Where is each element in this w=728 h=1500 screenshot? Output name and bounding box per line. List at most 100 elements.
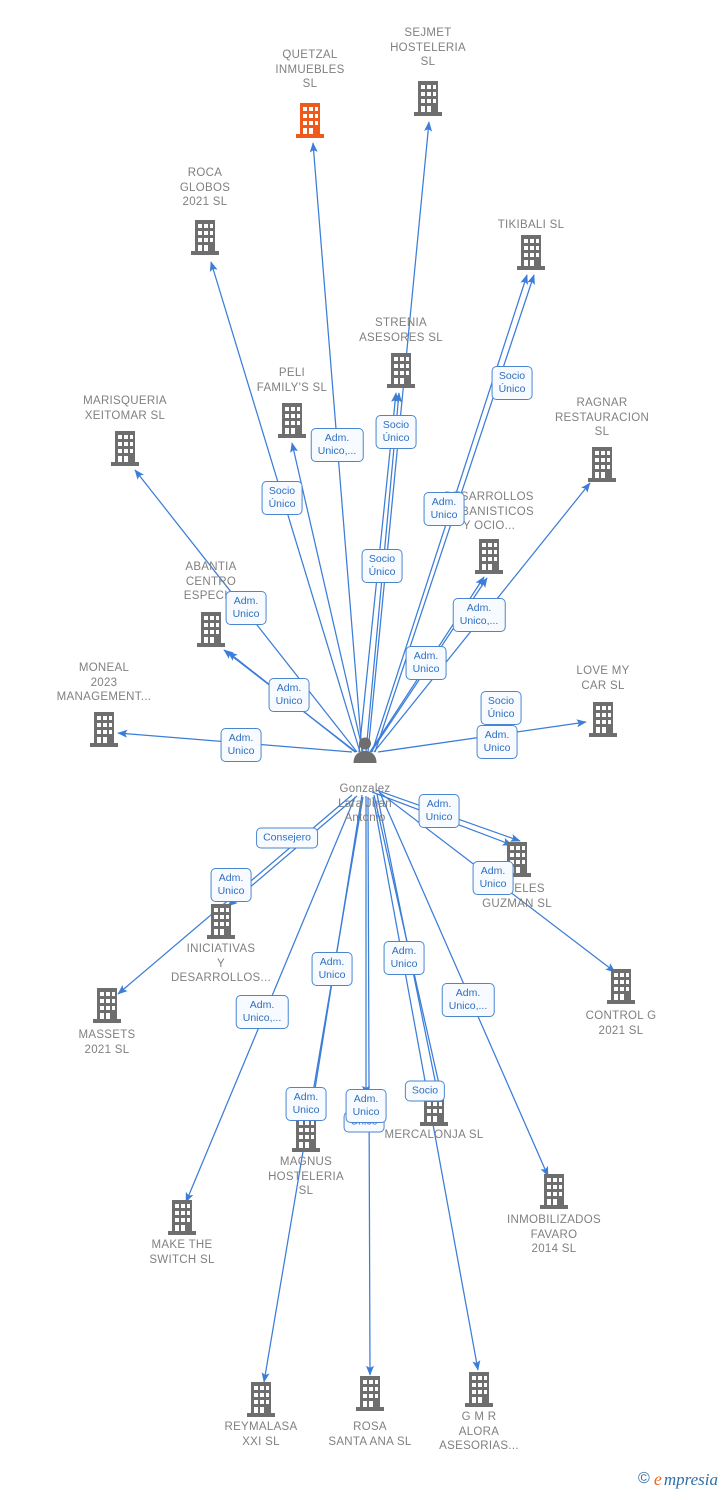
building-icon[interactable]	[341, 351, 461, 393]
company-node-sejmet[interactable]	[368, 79, 488, 121]
building-icon[interactable]	[310, 1374, 430, 1416]
relation-label[interactable]: Adm. Unico	[418, 794, 460, 828]
brand-initial: e	[653, 1469, 662, 1489]
company-name-inmovilizados: INMOBILIZADOS FAVARO 2014 SL	[507, 1214, 601, 1255]
company-name-tikibali: TIKIBALI SL	[497, 219, 565, 231]
company-name-controlg: CONTROL G 2021 SL	[585, 1010, 657, 1037]
relation-label[interactable]: Adm. Unico	[225, 591, 267, 625]
building-icon[interactable]	[429, 537, 549, 579]
relation-label[interactable]: Adm. Unico	[311, 952, 353, 986]
company-name-rosa: ROSA SANTA ANA SL	[328, 1421, 412, 1448]
company-name-moneal: MONEAL 2023 MANAGEMENT...	[56, 662, 152, 703]
relation-label[interactable]: Adm. Unico	[383, 941, 425, 975]
relation-label[interactable]: Adm. Unico,...	[310, 428, 364, 462]
company-node-moneal[interactable]	[44, 710, 164, 752]
building-icon[interactable]	[122, 1198, 242, 1240]
relation-label[interactable]: Adm. Unico	[345, 1089, 387, 1123]
building-icon[interactable]	[561, 967, 681, 1009]
company-node-rosa[interactable]	[310, 1374, 430, 1416]
relation-label[interactable]: Adm. Unico	[423, 492, 465, 526]
company-name-sejmet: SEJMET HOSTELERIA SL	[390, 27, 466, 68]
relation-label[interactable]: Consejero	[256, 827, 318, 849]
company-caption-ragnar: RAGNAR RESTAURACION SL	[542, 396, 662, 440]
relation-label[interactable]: Adm. Unico	[285, 1087, 327, 1121]
person-caption: Gonzalez Lara Juan Antonio	[305, 782, 425, 826]
company-caption-tikibali: TIKIBALI SL	[471, 218, 591, 233]
company-node-lovemycar[interactable]	[543, 700, 663, 742]
company-caption-reymalasa: REYMALASA XXI SL	[201, 1420, 321, 1449]
building-icon[interactable]	[542, 445, 662, 487]
company-caption-controlg: CONTROL G 2021 SL	[561, 1009, 681, 1038]
company-node-tikibali[interactable]	[471, 233, 591, 275]
brand-name: mpresia	[663, 1469, 718, 1489]
person-icon[interactable]	[305, 735, 425, 769]
building-icon[interactable]	[368, 79, 488, 121]
relation-label[interactable]: Socio Único	[261, 481, 303, 515]
company-node-roca[interactable]	[145, 218, 265, 260]
company-name-lovemycar: LOVE MY CAR SL	[576, 665, 630, 692]
relation-label[interactable]: Adm. Unico	[210, 868, 252, 902]
company-caption-lovemycar: LOVE MY CAR SL	[543, 664, 663, 693]
company-caption-makeswitch: MAKE THE SWITCH SL	[122, 1238, 242, 1267]
building-icon[interactable]	[145, 218, 265, 260]
company-caption-sejmet: SEJMET HOSTELERIA SL	[368, 26, 488, 70]
company-name-marisqueria: MARISQUERIA XEITOMAR SL	[83, 395, 167, 422]
company-caption-magnus: MAGNUS HOSTELERIA SL	[246, 1155, 366, 1199]
company-node-ragnar[interactable]	[542, 445, 662, 487]
company-name-ragnar: RAGNAR RESTAURACION SL	[554, 397, 650, 438]
company-name-iniciativas: INICIATIVAS Y DESARROLLOS...	[170, 943, 272, 984]
relation-label[interactable]: Socio Único	[491, 366, 533, 400]
company-caption-strenia: STRENIA ASESORES SL	[341, 316, 461, 345]
company-name-gmr: G M R ALORA ASESORIAS...	[439, 1411, 519, 1452]
company-node-desarrollos[interactable]	[429, 537, 549, 579]
diagram-canvas: QUETZAL INMUEBLES SL SEJMET HOSTELERIA SL…	[0, 0, 728, 1500]
company-node-makeswitch[interactable]	[122, 1198, 242, 1240]
company-node-controlg[interactable]	[561, 967, 681, 1009]
company-name-strenia: STRENIA ASESORES SL	[359, 317, 443, 344]
building-icon[interactable]	[161, 902, 281, 944]
relation-label[interactable]: Adm. Unico	[405, 646, 447, 680]
relation-label[interactable]: Adm. Unico,...	[441, 983, 495, 1017]
company-node-strenia[interactable]	[341, 351, 461, 393]
building-icon[interactable]	[44, 710, 164, 752]
relation-label[interactable]: Socio Único	[361, 549, 403, 583]
building-icon[interactable]	[494, 1172, 614, 1214]
company-node-inmovilizados[interactable]	[494, 1172, 614, 1214]
company-node-iniciativas[interactable]	[161, 902, 281, 944]
company-name-roca: ROCA GLOBOS 2021 SL	[179, 167, 231, 208]
company-caption-marisqueria: MARISQUERIA XEITOMAR SL	[65, 394, 185, 423]
building-icon[interactable]	[471, 233, 591, 275]
person-node-center[interactable]	[305, 735, 425, 769]
company-name-quetzal: QUETZAL INMUEBLES SL	[275, 49, 345, 90]
company-node-massets[interactable]	[47, 986, 167, 1028]
relation-label[interactable]: Socio	[404, 1080, 446, 1102]
company-name-peli: PELI FAMILY'S SL	[256, 367, 328, 394]
building-icon[interactable]	[65, 429, 185, 471]
company-node-marisqueria[interactable]	[65, 429, 185, 471]
company-caption-massets: MASSETS 2021 SL	[47, 1028, 167, 1057]
company-node-quetzal[interactable]	[250, 101, 370, 143]
relation-label[interactable]: Adm. Unico	[220, 728, 262, 762]
building-icon[interactable]	[201, 1380, 321, 1422]
relation-label[interactable]: Adm. Unico,...	[235, 995, 289, 1029]
copyright-icon: ©	[638, 1470, 650, 1487]
company-caption-rosa: ROSA SANTA ANA SL	[310, 1420, 430, 1449]
person-name: Gonzalez Lara Juan Antonio	[338, 783, 392, 824]
building-icon[interactable]	[250, 101, 370, 143]
building-icon[interactable]	[419, 1370, 539, 1412]
relation-label[interactable]: Adm. Unico	[472, 861, 514, 895]
company-caption-iniciativas: INICIATIVAS Y DESARROLLOS...	[161, 942, 281, 986]
relation-label[interactable]: Adm. Unico	[268, 678, 310, 712]
company-caption-gmr: G M R ALORA ASESORIAS...	[419, 1410, 539, 1454]
company-name-massets: MASSETS 2021 SL	[78, 1029, 136, 1056]
relation-label[interactable]: Socio Único	[480, 691, 522, 725]
relation-label[interactable]: Socio Único	[375, 415, 417, 449]
company-node-reymalasa[interactable]	[201, 1380, 321, 1422]
company-node-gmr[interactable]	[419, 1370, 539, 1412]
watermark: © e mpresia	[638, 1470, 718, 1488]
building-icon[interactable]	[47, 986, 167, 1028]
company-caption-quetzal: QUETZAL INMUEBLES SL	[250, 48, 370, 92]
relation-label[interactable]: Adm. Unico	[476, 725, 518, 759]
building-icon[interactable]	[543, 700, 663, 742]
relation-label[interactable]: Adm. Unico,...	[452, 598, 506, 632]
